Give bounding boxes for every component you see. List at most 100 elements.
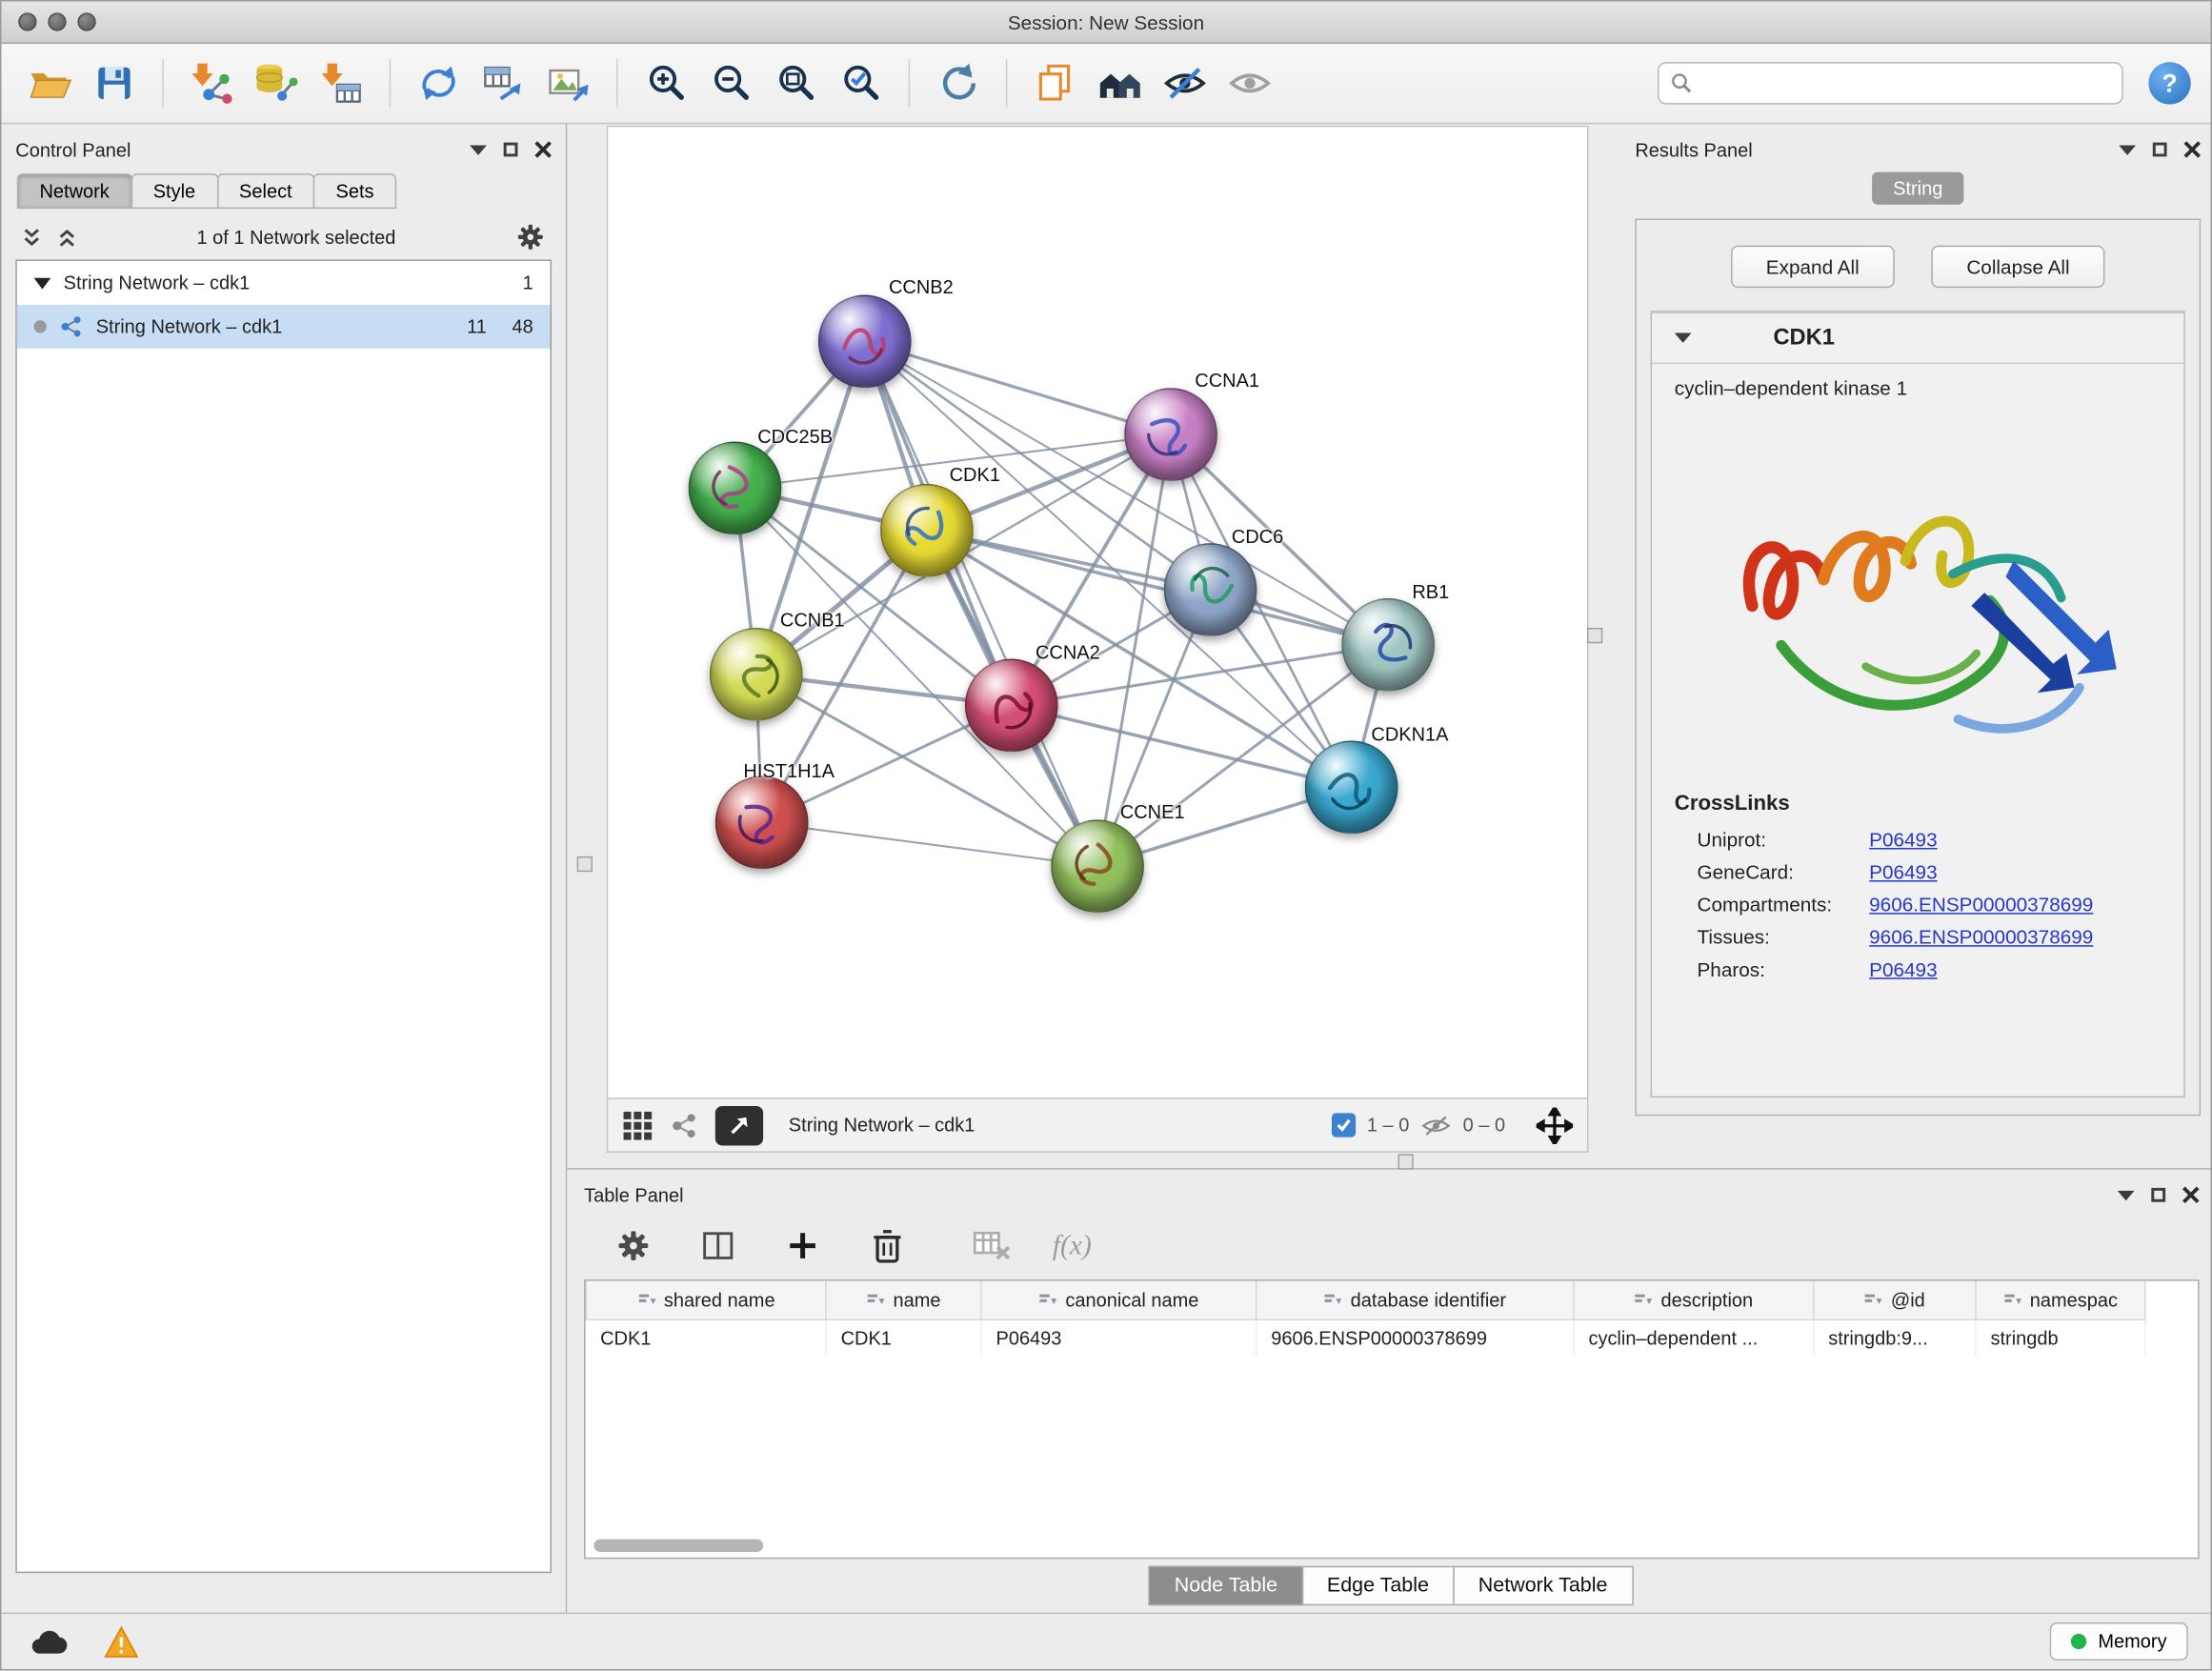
crosslink-link[interactable]: 9606.ENSP00000378699 <box>1869 921 2093 954</box>
tab-string[interactable]: String <box>1872 172 1964 205</box>
gear-icon[interactable] <box>515 221 547 252</box>
search-box[interactable] <box>1658 62 2123 104</box>
table-cell[interactable]: cyclin–dependent ... <box>1574 1319 1814 1357</box>
network-node-cdc6[interactable] <box>1164 543 1257 636</box>
pan-move-icon[interactable] <box>1537 1107 1574 1144</box>
network-node-ccnb1[interactable] <box>710 628 803 721</box>
import-network-button[interactable] <box>184 55 240 111</box>
open-session-button[interactable] <box>21 55 77 111</box>
delete-column-button[interactable] <box>863 1221 911 1269</box>
network-collection-row[interactable]: String Network – cdk1 1 <box>17 261 551 305</box>
table-row[interactable]: CDK1CDK1P064939606.ENSP00000378699cyclin… <box>586 1319 2144 1357</box>
import-table-button[interactable] <box>313 55 370 111</box>
crosslink-link[interactable]: P06493 <box>1869 856 1937 889</box>
table-cell[interactable]: P06493 <box>981 1319 1257 1357</box>
expand-all-button[interactable]: Expand All <box>1731 246 1895 288</box>
tab-sets[interactable]: Sets <box>313 173 396 209</box>
tab-select[interactable]: Select <box>216 173 314 209</box>
maximize-window-button[interactable] <box>77 12 95 30</box>
tree-expander-icon[interactable] <box>34 277 51 289</box>
minimize-window-button[interactable] <box>48 12 66 30</box>
network-edge[interactable] <box>927 531 1388 645</box>
column-header-database-identifier[interactable]: database identifier <box>1257 1281 1574 1319</box>
collapse-panel-icon[interactable] <box>2119 145 2136 154</box>
network-node-hist1h1a[interactable] <box>715 775 809 869</box>
collapse-all-button[interactable]: Collapse All <box>1931 246 2104 288</box>
close-window-button[interactable] <box>18 12 36 30</box>
network-canvas[interactable]: CCNB2CCNA1CDC25BCDK1CDC6RB1CCNB1CCNA2CDK… <box>607 126 1589 1099</box>
tab-network-table[interactable]: Network Table <box>1453 1566 1633 1605</box>
close-panel-icon[interactable] <box>2182 1186 2200 1203</box>
column-header-name[interactable]: name <box>826 1281 981 1319</box>
network-node-ccna1[interactable] <box>1124 388 1217 481</box>
tab-network[interactable]: Network <box>17 173 132 209</box>
network-edge[interactable] <box>865 341 1097 866</box>
collapse-all-tree-icon[interactable] <box>21 227 42 248</box>
tab-edge-table[interactable]: Edge Table <box>1301 1566 1454 1605</box>
horizontal-scrollbar[interactable] <box>593 1540 2131 1552</box>
column-header-canonical-name[interactable]: canonical name <box>981 1281 1257 1319</box>
network-node-rb1[interactable] <box>1341 598 1435 692</box>
crosslink-link[interactable]: P06493 <box>1869 824 1937 856</box>
close-panel-icon[interactable] <box>2183 141 2201 158</box>
tab-style[interactable]: Style <box>131 173 218 209</box>
delete-table-button[interactable] <box>968 1221 1016 1269</box>
collapse-panel-icon[interactable] <box>470 145 487 154</box>
copy-document-button[interactable] <box>1027 55 1083 111</box>
crosslink-link[interactable]: 9606.ENSP00000378699 <box>1869 889 2093 921</box>
birdseye-view-icon[interactable] <box>670 1111 698 1139</box>
collapse-entry-icon[interactable] <box>1675 332 1692 342</box>
hide-elements-button[interactable] <box>1156 55 1213 111</box>
warnings-button[interactable] <box>97 1621 145 1661</box>
cloud-button[interactable] <box>24 1621 71 1661</box>
network-node-cdkn1a[interactable] <box>1305 740 1398 834</box>
close-panel-icon[interactable] <box>534 141 552 158</box>
table-cell[interactable]: stringdb <box>1976 1319 2145 1357</box>
show-elements-button[interactable] <box>1221 55 1277 111</box>
column-header-namespac[interactable]: namespac <box>1976 1281 2145 1319</box>
table-cell[interactable]: CDK1 <box>586 1319 826 1357</box>
network-node-cdk1[interactable] <box>880 484 974 577</box>
splitter-handle[interactable] <box>577 856 593 872</box>
column-header--id[interactable]: @id <box>1814 1281 1976 1319</box>
collapse-panel-icon[interactable] <box>2118 1190 2135 1199</box>
expand-all-tree-icon[interactable] <box>56 227 77 248</box>
memory-button[interactable]: Memory <box>2050 1622 2188 1661</box>
grid-view-icon[interactable] <box>622 1110 654 1141</box>
table-cell[interactable]: 9606.ENSP00000378699 <box>1257 1319 1574 1357</box>
crosslink-link[interactable]: P06493 <box>1869 954 1937 986</box>
network-node-cdc25b[interactable] <box>689 442 782 535</box>
zoom-fit-button[interactable] <box>768 55 824 111</box>
splitter-handle[interactable] <box>1587 628 1602 643</box>
column-header-description[interactable]: description <box>1574 1281 1814 1319</box>
zoom-selected-button[interactable] <box>833 55 889 111</box>
scrollbar-thumb[interactable] <box>593 1540 763 1552</box>
table-options-button[interactable] <box>610 1221 657 1269</box>
export-network-button[interactable] <box>715 1105 763 1144</box>
new-network-button[interactable] <box>411 55 467 111</box>
zoom-out-button[interactable] <box>702 55 758 111</box>
create-column-button[interactable] <box>778 1221 826 1269</box>
column-header-shared-name[interactable]: shared name <box>586 1281 826 1319</box>
float-panel-icon[interactable] <box>504 143 518 157</box>
network-from-table-button[interactable] <box>475 55 532 111</box>
float-panel-icon[interactable] <box>2153 143 2167 157</box>
network-node-ccnb2[interactable] <box>818 294 912 388</box>
home-view-button[interactable] <box>1092 55 1148 111</box>
save-session-button[interactable] <box>86 55 142 111</box>
show-columns-button[interactable] <box>694 1221 742 1269</box>
function-builder-button[interactable]: f(x) <box>1053 1221 1092 1269</box>
float-panel-icon[interactable] <box>2151 1188 2165 1202</box>
splitter-handle[interactable] <box>1398 1154 1414 1169</box>
hidden-eye-slash-icon[interactable] <box>1420 1113 1452 1138</box>
table-cell[interactable]: CDK1 <box>826 1319 981 1357</box>
network-row[interactable]: String Network – cdk1 11 48 <box>17 305 551 349</box>
network-node-ccne1[interactable] <box>1051 819 1144 913</box>
refresh-button[interactable] <box>930 55 986 111</box>
export-image-button[interactable] <box>540 55 596 111</box>
search-input[interactable] <box>1701 72 2110 93</box>
table-cell[interactable]: stringdb:9... <box>1814 1319 1976 1357</box>
import-network-from-database-button[interactable] <box>249 55 305 111</box>
network-node-ccna2[interactable] <box>965 659 1058 753</box>
help-button[interactable]: ? <box>2148 62 2190 104</box>
